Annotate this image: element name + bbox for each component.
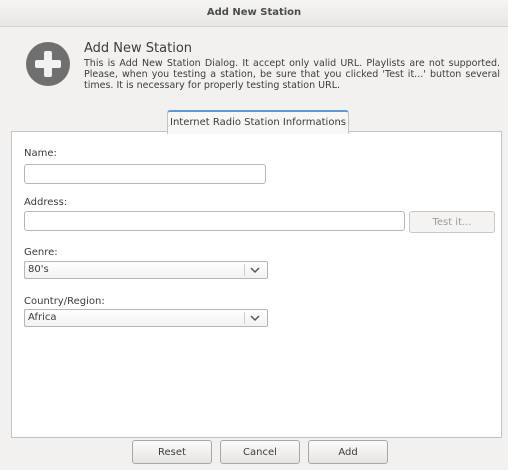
window-titlebar: Add New Station xyxy=(0,0,508,27)
dialog-title: Add New Station xyxy=(84,41,193,56)
name-label: Name: xyxy=(24,148,57,159)
chevron-down-icon xyxy=(250,315,260,322)
address-input[interactable] xyxy=(24,211,405,231)
tab-station-informations[interactable]: Internet Radio Station Informations xyxy=(167,110,349,134)
reset-button[interactable]: Reset xyxy=(132,440,212,464)
dialog-description: This is Add New Station Dialog. It accep… xyxy=(84,58,500,91)
genre-select[interactable]: 80's xyxy=(24,261,268,279)
test-it-button[interactable]: Test it... xyxy=(409,211,495,233)
address-label: Address: xyxy=(24,197,68,208)
genre-label: Genre: xyxy=(24,247,58,258)
genre-selected-value: 80's xyxy=(28,264,49,275)
name-input[interactable] xyxy=(24,164,266,184)
country-selected-value: Africa xyxy=(28,312,57,323)
cancel-button[interactable]: Cancel xyxy=(220,440,300,464)
add-button[interactable]: Add xyxy=(308,440,388,464)
chevron-down-icon xyxy=(250,267,260,274)
country-label: Country/Region: xyxy=(24,296,105,307)
country-select[interactable]: Africa xyxy=(24,309,268,327)
window-title: Add New Station xyxy=(206,7,302,18)
add-circle-icon xyxy=(26,42,70,86)
